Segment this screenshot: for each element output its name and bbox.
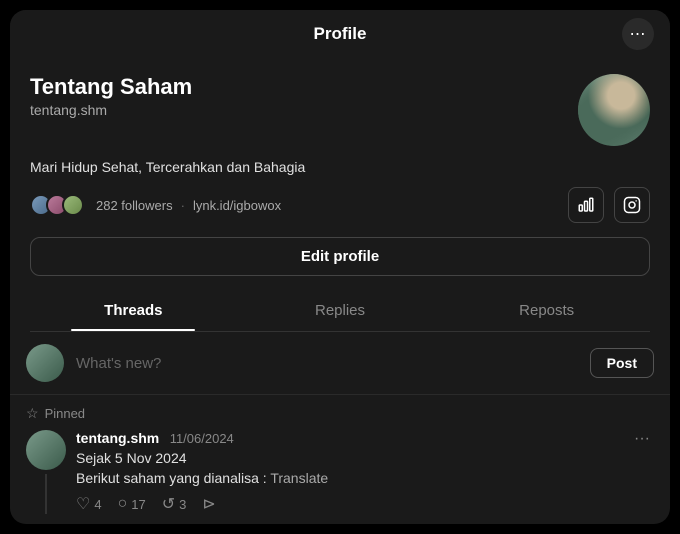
share-button[interactable]: ⊳ (202, 494, 215, 514)
profile-name: Tentang Saham (30, 74, 578, 100)
edit-profile-button[interactable]: Edit profile (30, 237, 650, 276)
profile-handle: tentang.shm (30, 102, 578, 118)
thread-author: tentang.shm (76, 430, 159, 446)
profile-info: Tentang Saham tentang.shm (30, 74, 578, 118)
comment-button[interactable]: ○ 17 (118, 495, 146, 513)
post-button[interactable]: Post (590, 348, 654, 378)
followers-count: 282 followers (96, 198, 173, 213)
thread-date: 11/06/2024 (170, 431, 234, 446)
thread-body: Berikut saham yang dianalisa : Translate (76, 470, 654, 486)
send-icon: ⊳ (202, 494, 215, 514)
thread-item: tentang.shm 11/06/2024 ··· Sejak 5 Nov 2… (26, 430, 654, 524)
repost-count: 3 (179, 497, 186, 512)
thread-author-info: tentang.shm 11/06/2024 (76, 430, 234, 448)
profile-link[interactable]: lynk.id/igbowox (193, 198, 281, 213)
pin-icon: ☆ (26, 405, 39, 422)
menu-button[interactable]: ⋯ (622, 18, 654, 50)
header: Profile ⋯ (10, 10, 670, 58)
new-post-row: What's new? Post (10, 332, 670, 395)
thread-author-avatar (26, 430, 66, 470)
profile-card: Tentang Saham tentang.shm Mari Hidup Seh… (10, 58, 670, 333)
bar-chart-icon (577, 196, 595, 214)
social-icons (568, 187, 650, 223)
thread-subtitle: Sejak 5 Nov 2024 (76, 450, 654, 466)
thread-line (45, 474, 47, 514)
thread-avatar-col (26, 430, 66, 514)
thread-more-button[interactable]: ··· (630, 430, 654, 448)
avatar-image (578, 74, 650, 146)
follower-avatar-3 (62, 194, 84, 216)
more-icon: ⋯ (630, 24, 647, 44)
tab-reposts[interactable]: Reposts (443, 290, 650, 331)
user-avatar-small (26, 344, 64, 382)
like-count: 4 (94, 497, 101, 512)
thread-content: tentang.shm 11/06/2024 ··· Sejak 5 Nov 2… (76, 430, 654, 514)
pinned-section: ☆ Pinned tentang.shm 11/06/2024 ··· Seja… (10, 395, 670, 524)
pinned-label: Pinned (45, 406, 85, 421)
bar-chart-icon-button[interactable] (568, 187, 604, 223)
heart-icon: ♡ (76, 494, 90, 514)
translate-link[interactable]: Translate (270, 470, 328, 486)
instagram-icon-button[interactable] (614, 187, 650, 223)
instagram-icon (623, 196, 641, 214)
tab-threads[interactable]: Threads (30, 290, 237, 331)
whats-new-placeholder[interactable]: What's new? (76, 355, 578, 372)
profile-bio: Mari Hidup Sehat, Tercerahkan dan Bahagi… (30, 158, 650, 178)
profile-top: Tentang Saham tentang.shm (30, 74, 650, 146)
tabs: Threads Replies Reposts (30, 290, 650, 332)
repost-icon: ↺ (162, 494, 175, 514)
comment-count: 17 (131, 497, 145, 512)
like-button[interactable]: ♡ 4 (76, 494, 102, 514)
phone-container: Profile ⋯ Tentang Saham tentang.shm Mari… (10, 10, 670, 525)
repost-button[interactable]: ↺ 3 (162, 494, 187, 514)
followers-avatars (30, 194, 78, 216)
thread-actions: ♡ 4 ○ 17 ↺ 3 ⊳ (76, 494, 654, 514)
profile-stats: 282 followers · lynk.id/igbowox (30, 187, 650, 223)
tab-replies[interactable]: Replies (237, 290, 444, 331)
thread-meta: tentang.shm 11/06/2024 ··· (76, 430, 654, 448)
comment-icon: ○ (118, 495, 128, 513)
separator: · (181, 198, 185, 213)
avatar (578, 74, 650, 146)
pinned-label-row: ☆ Pinned (26, 405, 654, 422)
page-title: Profile (314, 24, 367, 44)
